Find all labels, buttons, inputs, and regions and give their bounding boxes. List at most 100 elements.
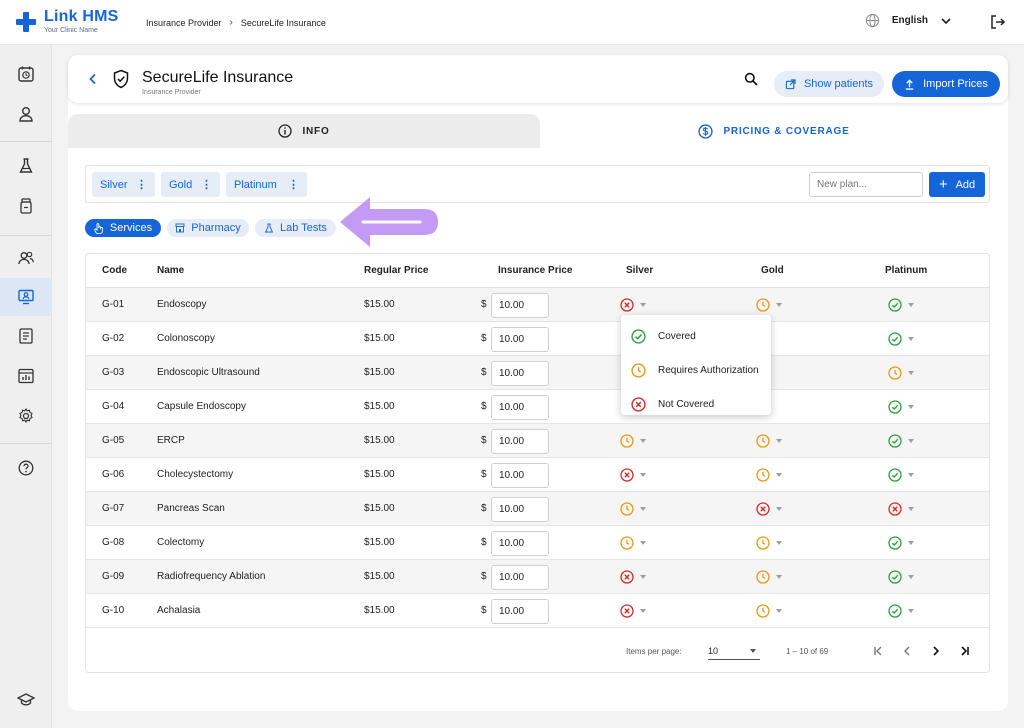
more-vertical-icon[interactable]: ⋮ xyxy=(136,178,147,191)
chevron-down-icon xyxy=(941,17,951,24)
plan-chip-gold[interactable]: Gold ⋮ xyxy=(161,172,220,197)
more-vertical-icon[interactable]: ⋮ xyxy=(201,178,212,191)
coverage-select-platinum[interactable] xyxy=(888,502,914,516)
coverage-select-gold[interactable] xyxy=(756,536,782,550)
coverage-select-gold[interactable] xyxy=(756,502,782,516)
insurance-price-input[interactable]: 10.00 xyxy=(491,293,549,318)
coverage-select-silver[interactable] xyxy=(620,570,646,584)
tab-info[interactable]: INFO xyxy=(68,114,540,148)
caret-down-icon xyxy=(640,575,646,579)
tab-pricing-coverage[interactable]: PRICING & COVERAGE xyxy=(540,114,1008,148)
coverage-select-platinum[interactable] xyxy=(888,604,914,618)
coverage-select-gold[interactable] xyxy=(756,434,782,448)
sidebar-item-settings[interactable] xyxy=(15,405,37,427)
show-patients-button[interactable]: Show patients xyxy=(774,71,884,97)
coverage-select-platinum[interactable] xyxy=(888,298,914,312)
app-logo[interactable]: Link HMS Your Clinic Name xyxy=(16,9,119,34)
insurance-price-input[interactable]: 10.00 xyxy=(491,599,549,624)
sidebar-item-education[interactable] xyxy=(15,689,37,711)
first-page-icon xyxy=(874,646,882,656)
coverage-select-platinum[interactable] xyxy=(888,366,914,380)
language-selector[interactable]: English xyxy=(865,13,952,28)
sidebar-item-calendar[interactable] xyxy=(15,63,37,85)
top-bar: Link HMS Your Clinic Name Insurance Prov… xyxy=(0,0,1024,45)
cell-regular-price: $15.00 xyxy=(364,367,395,378)
insurance-price-input[interactable]: 10.00 xyxy=(491,395,549,420)
search-button[interactable] xyxy=(744,72,758,89)
last-page-button[interactable] xyxy=(955,642,973,660)
pill-bottle-icon xyxy=(20,198,32,214)
coverage-select-silver[interactable] xyxy=(620,502,646,516)
back-button[interactable] xyxy=(86,72,100,89)
clock-icon xyxy=(620,502,634,516)
x-circle-icon xyxy=(620,468,634,482)
coverage-select-silver[interactable] xyxy=(620,604,646,618)
logout-button[interactable] xyxy=(990,14,1006,33)
cell-name: Cholecystectomy xyxy=(157,469,234,480)
check-circle-icon xyxy=(888,434,902,448)
coverage-select-platinum[interactable] xyxy=(888,400,914,414)
coverage-select-platinum[interactable] xyxy=(888,468,914,482)
sidebar-item-pharmacy[interactable] xyxy=(15,195,37,217)
category-pill-lab-tests[interactable]: Lab Tests xyxy=(255,219,336,237)
cell-regular-price: $15.00 xyxy=(364,299,395,310)
currency-symbol: $ xyxy=(481,333,487,344)
clock-icon xyxy=(620,434,634,448)
last-page-icon xyxy=(961,646,969,656)
insurance-price-input[interactable]: 10.00 xyxy=(491,531,549,556)
coverage-option-covered[interactable]: Covered xyxy=(621,319,771,353)
category-pill-services[interactable]: Services xyxy=(85,219,161,237)
coverage-select-platinum[interactable] xyxy=(888,434,914,448)
breadcrumb-item[interactable]: Insurance Provider xyxy=(146,18,222,28)
clock-icon xyxy=(620,536,634,550)
previous-page-button[interactable] xyxy=(898,642,916,660)
coverage-select-gold[interactable] xyxy=(756,604,782,618)
import-prices-button[interactable]: Import Prices xyxy=(892,71,1000,97)
items-per-page-select[interactable]: 10 xyxy=(708,642,760,660)
cell-name: ERCP xyxy=(157,435,185,446)
caret-down-icon xyxy=(908,507,914,511)
sidebar-item-patients[interactable] xyxy=(15,103,37,125)
coverage-select-silver[interactable] xyxy=(620,536,646,550)
insurance-price-input[interactable]: 10.00 xyxy=(491,327,549,352)
cell-name: Pancreas Scan xyxy=(157,503,225,514)
sidebar-item-reports[interactable] xyxy=(15,325,37,347)
new-plan-input[interactable] xyxy=(809,172,923,197)
cell-name: Achalasia xyxy=(157,605,201,616)
insurance-price-input[interactable]: 10.00 xyxy=(491,429,549,454)
insurance-price-input[interactable]: 10.00 xyxy=(491,463,549,488)
plan-chip-platinum[interactable]: Platinum ⋮ xyxy=(226,172,307,197)
sidebar-item-lab[interactable] xyxy=(15,155,37,177)
coverage-select-gold[interactable] xyxy=(756,468,782,482)
first-page-button[interactable] xyxy=(870,642,888,660)
add-plan-button[interactable]: + Add xyxy=(929,172,985,197)
coverage-select-silver[interactable] xyxy=(620,298,646,312)
coverage-select-gold[interactable] xyxy=(756,570,782,584)
table-row: G-08 Colectomy $15.00 $10.00 xyxy=(86,526,989,560)
sidebar-item-analytics[interactable] xyxy=(15,365,37,387)
insurance-price-input[interactable]: 10.00 xyxy=(491,361,549,386)
coverage-option-requires-auth[interactable]: Requires Authorization xyxy=(621,353,771,387)
cell-code: G-08 xyxy=(102,537,125,548)
coverage-select-platinum[interactable] xyxy=(888,570,914,584)
x-circle-icon xyxy=(620,570,634,584)
coverage-select-silver[interactable] xyxy=(620,468,646,482)
next-page-button[interactable] xyxy=(927,642,945,660)
insurance-price-input[interactable]: 10.00 xyxy=(491,497,549,522)
sidebar-item-staff[interactable] xyxy=(15,247,37,269)
column-header: Regular Price xyxy=(364,265,429,276)
plan-chip-silver[interactable]: Silver ⋮ xyxy=(92,172,155,197)
sidebar-item-insurance[interactable] xyxy=(0,278,52,316)
coverage-select-silver[interactable] xyxy=(620,434,646,448)
coverage-option-not-covered[interactable]: Not Covered xyxy=(621,387,771,421)
category-pill-pharmacy[interactable]: Pharmacy xyxy=(167,219,249,237)
insurance-price-input[interactable]: 10.00 xyxy=(491,565,549,590)
coverage-select-gold[interactable] xyxy=(756,298,782,312)
table-header: Code Name Regular Price Insurance Price … xyxy=(86,254,989,288)
graduation-cap-icon xyxy=(17,693,35,706)
coverage-select-platinum[interactable] xyxy=(888,536,914,550)
currency-symbol: $ xyxy=(481,401,487,412)
sidebar-item-help[interactable] xyxy=(15,457,37,479)
coverage-select-platinum[interactable] xyxy=(888,332,914,346)
more-vertical-icon[interactable]: ⋮ xyxy=(288,178,299,191)
